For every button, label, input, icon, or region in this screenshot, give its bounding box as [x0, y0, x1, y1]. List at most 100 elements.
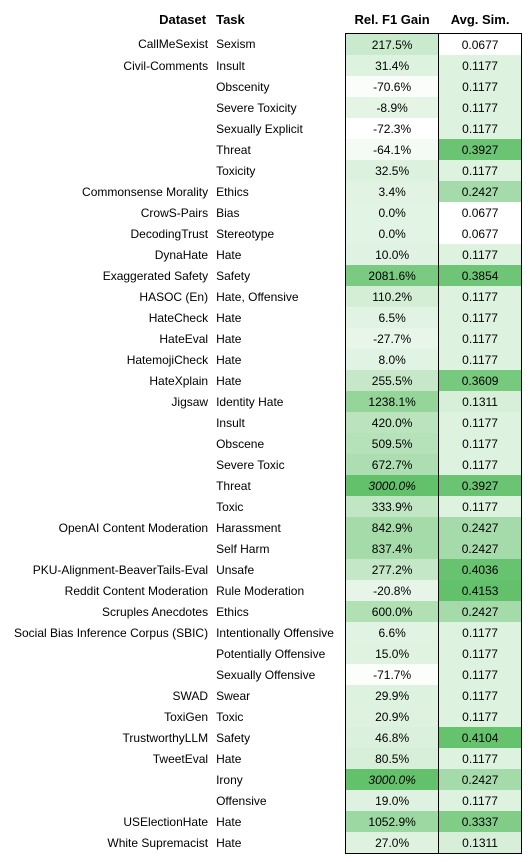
- task-cell: Potentially Offensive: [212, 643, 345, 664]
- sim-cell: 0.1177: [439, 160, 522, 181]
- sim-cell: 0.1177: [439, 286, 522, 307]
- task-cell: Hate, Offensive: [212, 286, 345, 307]
- dataset-cell: [8, 76, 212, 97]
- gain-cell: 20.9%: [346, 706, 439, 727]
- dataset-cell: [8, 664, 212, 685]
- sim-cell: 0.3854: [439, 265, 522, 286]
- sim-cell: 0.1177: [439, 706, 522, 727]
- sim-cell: 0.1177: [439, 496, 522, 517]
- dataset-cell: Commonsense Morality: [8, 181, 212, 202]
- sim-cell: 0.1177: [439, 412, 522, 433]
- dataset-cell: OpenAI Content Moderation: [8, 517, 212, 538]
- dataset-cell: HASOC (En): [8, 286, 212, 307]
- sim-cell: 0.2427: [439, 181, 522, 202]
- task-cell: Toxic: [212, 496, 345, 517]
- task-cell: Rule Moderation: [212, 580, 345, 601]
- gain-cell: 3000.0%: [346, 475, 439, 496]
- dataset-cell: [8, 475, 212, 496]
- table-row: TrustworthyLLMSafety46.8%0.4104: [8, 727, 522, 748]
- gain-cell: 333.9%: [346, 496, 439, 517]
- table-row: Irony3000.0%0.2427: [8, 769, 522, 790]
- table-row: JigsawIdentity Hate1238.1%0.1311: [8, 391, 522, 412]
- task-cell: Intentionally Offensive: [212, 622, 345, 643]
- task-cell: Hate: [212, 244, 345, 265]
- table-row: Severe Toxicity-8.9%0.1177: [8, 97, 522, 118]
- dataset-cell: TweetEval: [8, 748, 212, 769]
- task-cell: Severe Toxicity: [212, 97, 345, 118]
- sim-cell: 0.2427: [439, 601, 522, 622]
- dataset-cell: HatemojiCheck: [8, 349, 212, 370]
- task-cell: Bias: [212, 202, 345, 223]
- gain-cell: 29.9%: [346, 685, 439, 706]
- task-cell: Self Harm: [212, 538, 345, 559]
- table-row: Toxicity32.5%0.1177: [8, 160, 522, 181]
- sim-cell: 0.4153: [439, 580, 522, 601]
- table-row: TweetEvalHate80.5%0.1177: [8, 748, 522, 769]
- table-row: White SupremacistHate27.0%0.1311: [8, 832, 522, 854]
- task-cell: Safety: [212, 265, 345, 286]
- table-row: Potentially Offensive15.0%0.1177: [8, 643, 522, 664]
- task-cell: Obscenity: [212, 76, 345, 97]
- task-cell: Stereotype: [212, 223, 345, 244]
- task-cell: Insult: [212, 55, 345, 76]
- table-row: OpenAI Content ModerationHarassment842.9…: [8, 517, 522, 538]
- gain-cell: 600.0%: [346, 601, 439, 622]
- table-row: Obscene509.5%0.1177: [8, 433, 522, 454]
- task-cell: Insult: [212, 412, 345, 433]
- task-cell: Obscene: [212, 433, 345, 454]
- dataset-cell: TrustworthyLLM: [8, 727, 212, 748]
- task-cell: Sexually Offensive: [212, 664, 345, 685]
- task-cell: Severe Toxic: [212, 454, 345, 475]
- gain-cell: -20.8%: [346, 580, 439, 601]
- task-cell: Hate: [212, 307, 345, 328]
- table-row: Civil-CommentsInsult31.4%0.1177: [8, 55, 522, 76]
- task-cell: Irony: [212, 769, 345, 790]
- sim-cell: 0.1177: [439, 307, 522, 328]
- table-row: CrowS-PairsBias0.0%0.0677: [8, 202, 522, 223]
- dataset-cell: [8, 433, 212, 454]
- table-row: Threat3000.0%0.3927: [8, 475, 522, 496]
- dataset-cell: [8, 97, 212, 118]
- sim-cell: 0.1177: [439, 97, 522, 118]
- header-gain: Rel. F1 Gain: [346, 8, 439, 34]
- sim-cell: 0.2427: [439, 517, 522, 538]
- table-row: Social Bias Inference Corpus (SBIC)Inten…: [8, 622, 522, 643]
- table-row: HASOC (En)Hate, Offensive110.2%0.1177: [8, 286, 522, 307]
- dataset-cell: Exaggerated Safety: [8, 265, 212, 286]
- gain-cell: 255.5%: [346, 370, 439, 391]
- gain-cell: 46.8%: [346, 727, 439, 748]
- gain-cell: 277.2%: [346, 559, 439, 580]
- dataset-cell: [8, 454, 212, 475]
- task-cell: Toxic: [212, 706, 345, 727]
- dataset-cell: Civil-Comments: [8, 55, 212, 76]
- dataset-cell: [8, 412, 212, 433]
- sim-cell: 0.1311: [439, 832, 522, 854]
- table-row: Scruples AnecdotesEthics600.0%0.2427: [8, 601, 522, 622]
- sim-cell: 0.1177: [439, 328, 522, 349]
- sim-cell: 0.2427: [439, 769, 522, 790]
- dataset-cell: White Supremacist: [8, 832, 212, 854]
- sim-cell: 0.3927: [439, 475, 522, 496]
- task-cell: Sexually Explicit: [212, 118, 345, 139]
- table-row: ToxiGenToxic20.9%0.1177: [8, 706, 522, 727]
- sim-cell: 0.3337: [439, 811, 522, 832]
- dataset-cell: CrowS-Pairs: [8, 202, 212, 223]
- task-cell: Safety: [212, 727, 345, 748]
- dataset-cell: [8, 496, 212, 517]
- sim-cell: 0.1177: [439, 685, 522, 706]
- table-row: SWADSwear29.9%0.1177: [8, 685, 522, 706]
- table-row: Severe Toxic672.7%0.1177: [8, 454, 522, 475]
- gain-cell: -27.7%: [346, 328, 439, 349]
- task-cell: Ethics: [212, 181, 345, 202]
- task-cell: Swear: [212, 685, 345, 706]
- sim-cell: 0.1177: [439, 55, 522, 76]
- table-row: Toxic333.9%0.1177: [8, 496, 522, 517]
- dataset-cell: PKU-Alignment-BeaverTails-Eval: [8, 559, 212, 580]
- table-row: Sexually Explicit-72.3%0.1177: [8, 118, 522, 139]
- gain-cell: 217.5%: [346, 34, 439, 56]
- sim-cell: 0.1177: [439, 76, 522, 97]
- sim-cell: 0.3927: [439, 139, 522, 160]
- sim-cell: 0.1177: [439, 622, 522, 643]
- task-cell: Sexism: [212, 34, 345, 56]
- dataset-cell: [8, 139, 212, 160]
